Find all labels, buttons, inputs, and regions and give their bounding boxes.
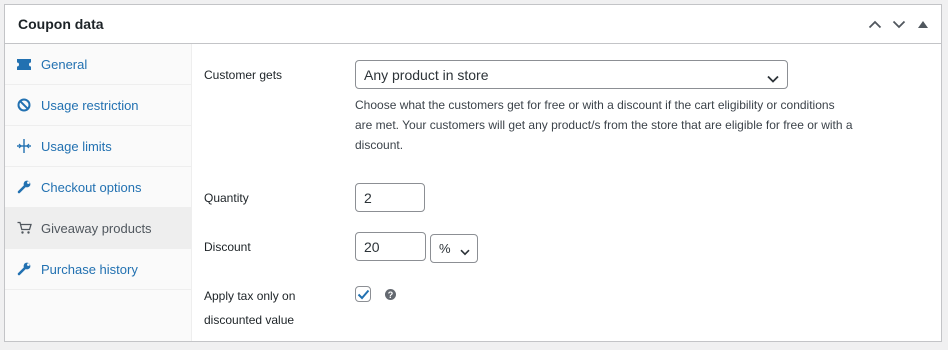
tab-label: Checkout options [41, 179, 142, 195]
tab-label: Giveaway products [41, 220, 152, 236]
customer-gets-label: Customer gets [204, 68, 283, 82]
move-down-icon[interactable] [887, 12, 911, 36]
chevron-down-icon [767, 70, 779, 86]
chevron-down-icon [460, 244, 470, 259]
cart-icon [16, 220, 32, 236]
tab-label: General [41, 56, 88, 72]
tab-label: Usage limits [41, 138, 112, 154]
tab-checkout-options[interactable]: Checkout options [5, 167, 191, 208]
customer-gets-description: Choose what the customers get for free o… [355, 98, 853, 152]
coupon-tabs: General Usage restriction Usage limits C… [5, 44, 192, 341]
ticket-icon [16, 56, 32, 72]
toggle-panel-icon[interactable] [911, 12, 935, 36]
move-up-icon[interactable] [863, 12, 887, 36]
coupon-data-panel: Coupon data General Usage restriction Us… [4, 4, 942, 342]
panel-header: Coupon data [5, 5, 941, 44]
tab-giveaway-products[interactable]: Giveaway products [5, 208, 191, 249]
panel-actions [863, 12, 935, 36]
help-icon[interactable]: ? [385, 289, 396, 300]
discount-label: Discount [204, 240, 251, 254]
tab-purchase-history[interactable]: Purchase history [5, 249, 191, 290]
quantity-input[interactable] [355, 183, 425, 212]
tab-usage-limits[interactable]: Usage limits [5, 126, 191, 167]
tab-usage-restriction[interactable]: Usage restriction [5, 85, 191, 126]
tab-label: Usage restriction [41, 97, 139, 113]
giveaway-products-panel: Customer gets Any product in store Choos… [192, 44, 941, 341]
discount-type-select[interactable]: % [430, 234, 478, 263]
wrench-icon [16, 179, 32, 195]
tab-general[interactable]: General [5, 44, 191, 85]
quantity-label: Quantity [204, 191, 249, 205]
apply-tax-checkbox[interactable] [355, 286, 371, 302]
discount-input[interactable] [355, 232, 426, 261]
panel-title: Coupon data [18, 16, 104, 32]
apply-tax-label-line2: discounted value [204, 313, 295, 327]
limits-icon [16, 138, 32, 154]
customer-gets-value: Any product in store [364, 66, 489, 83]
tab-label: Purchase history [41, 261, 138, 277]
checkmark-icon [357, 289, 369, 299]
discount-type-value: % [439, 241, 451, 256]
block-icon [16, 97, 32, 113]
apply-tax-label-line1: Apply tax only on [204, 289, 296, 303]
customer-gets-select[interactable]: Any product in store [355, 60, 788, 89]
wrench-icon [16, 261, 32, 277]
